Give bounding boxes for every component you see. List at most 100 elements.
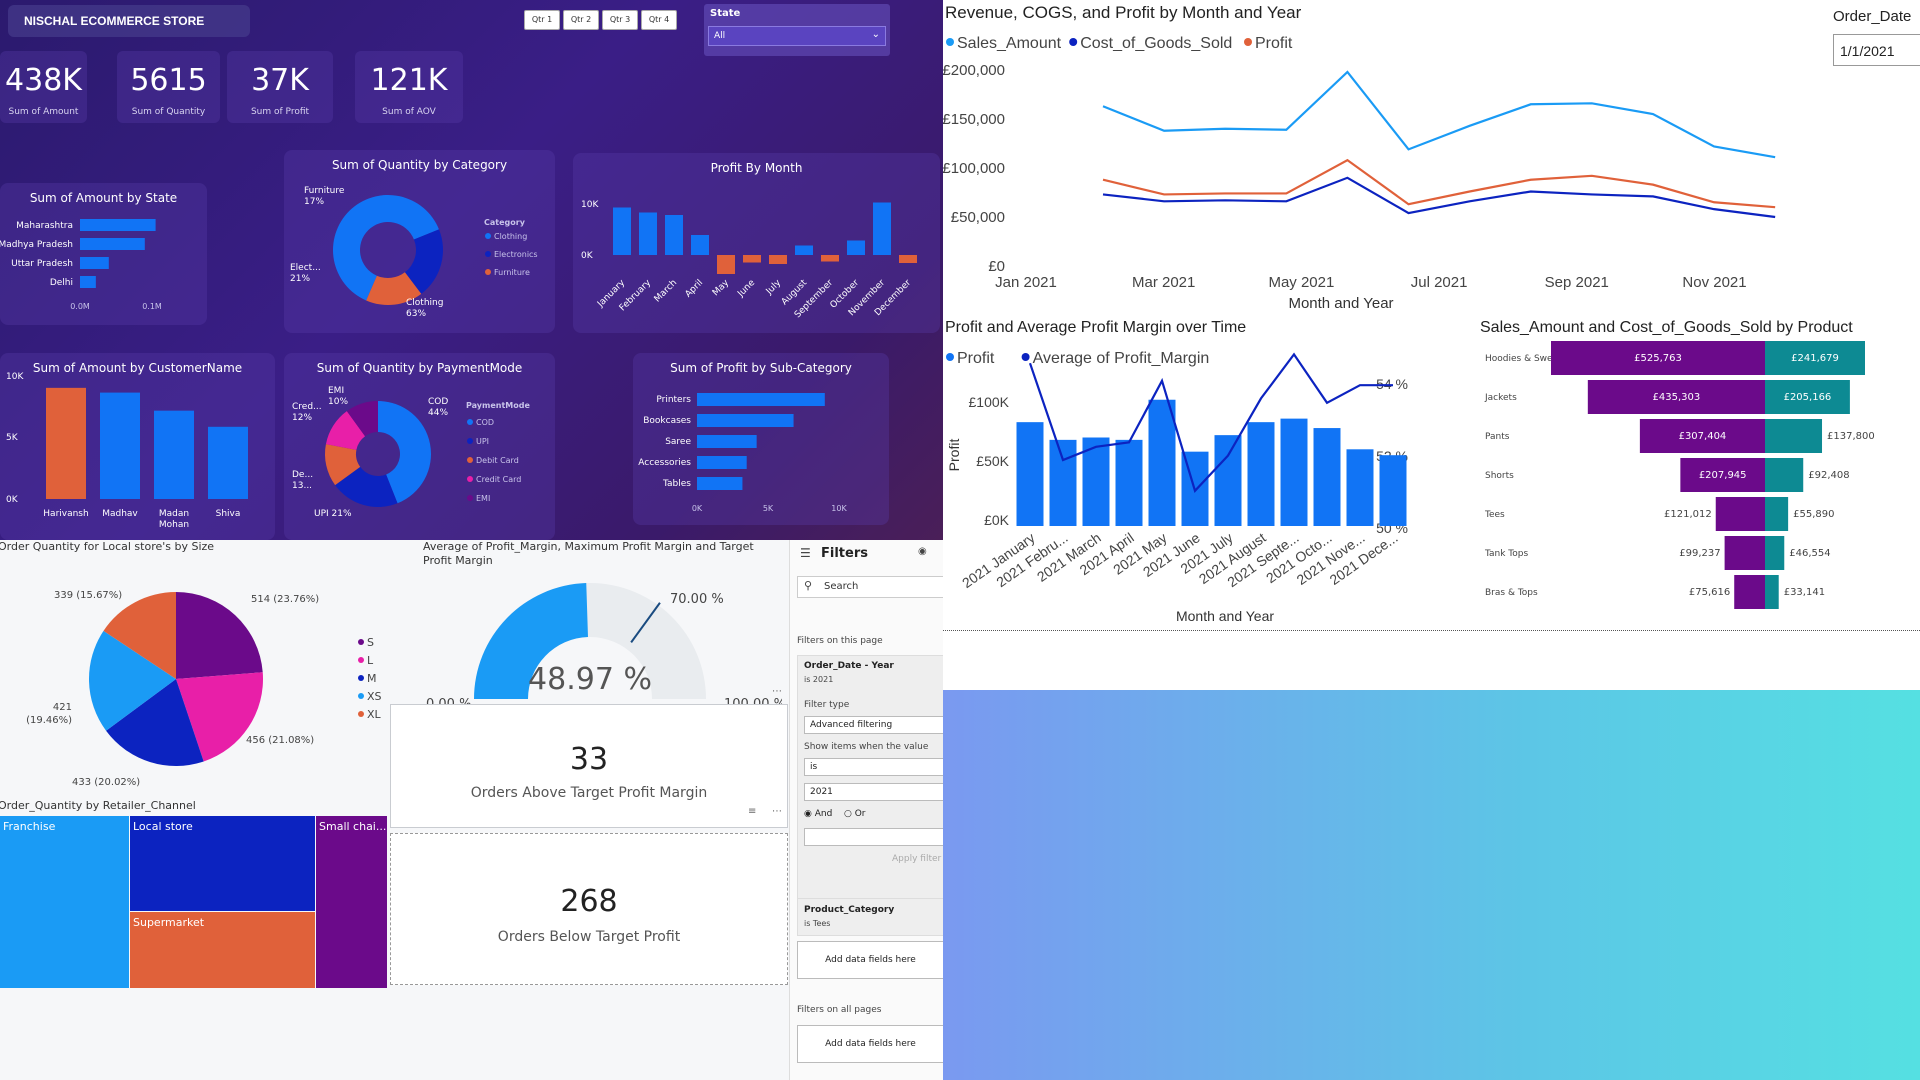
quantity-by-paymentmode-card[interactable]: Sum of Quantity by PaymentMode COD 44% UPI… <box>284 353 555 540</box>
x-tick: Jul 2021 <box>1411 274 1468 291</box>
show-items-label: Show items when the value <box>804 742 929 752</box>
operator-select[interactable]: is <box>804 758 943 776</box>
order-date-value: 1/1/2021 <box>1840 43 1895 59</box>
more-options-icon[interactable]: ⋯ <box>772 806 782 817</box>
treemap-tile[interactable]: Supermarket <box>130 912 315 988</box>
sales-cogs-by-product-chart[interactable]: Sales_Amount and Cost_of_Goods_Sold by P… <box>1478 315 1920 630</box>
filter-card-product-category[interactable]: Product_Category is Tees <box>797 898 943 936</box>
legend-dot <box>946 38 954 46</box>
apply-filter-link[interactable]: Apply filter <box>892 854 941 864</box>
profit-by-month-card[interactable]: Profit By Month 10K 0K January February Marc… <box>573 153 940 333</box>
slice-label: 339 (15.67%) <box>54 590 122 601</box>
treemap-tile[interactable]: Small chai... <box>316 816 387 988</box>
filter-card-title[interactable]: Order_Date - Year <box>804 661 894 671</box>
customer-label: Harivansh <box>43 509 88 519</box>
quarter-button[interactable]: Qtr 3 <box>602 10 638 30</box>
retailer-channel-treemap[interactable]: Franchise Local store Supermarket Small cha… <box>0 816 387 988</box>
sales-label: £435,303 <box>1653 392 1701 403</box>
month-bar <box>743 255 761 263</box>
more-options-icon[interactable]: ⋯ <box>772 686 782 697</box>
or-label: Or <box>854 809 866 819</box>
profit-bar <box>1379 455 1407 526</box>
legend-dot <box>358 639 364 645</box>
legend-dot <box>946 353 954 361</box>
profit-bar <box>1214 435 1242 526</box>
filter-icon: ☰ <box>800 546 811 560</box>
customer-label: Madan <box>159 509 189 519</box>
kpi-label: Sum of Profit <box>250 107 310 117</box>
kpi-card[interactable]: 438K Sum of Amount <box>0 51 87 123</box>
profit-bar <box>1280 418 1308 526</box>
state-bar <box>80 276 96 288</box>
legend-label: XL <box>367 708 382 721</box>
second-condition-select[interactable] <box>804 828 943 846</box>
profit-by-subcategory-card[interactable]: Sum of Profit by Sub-Category Printers Bo… <box>633 353 889 525</box>
amount-by-state-card[interactable]: Sum of Amount by State Maharashtra Madhya… <box>0 183 207 325</box>
quarter-button[interactable]: Qtr 4 <box>641 10 677 30</box>
order-quantity-by-size-chart[interactable]: 514 (23.76%) 456 (21.08%) 433 (20.02%) 421 (… <box>0 550 400 815</box>
customer-bar <box>208 426 248 499</box>
x-tick: 0.1M <box>142 302 162 311</box>
quarter-button[interactable]: Qtr 1 <box>524 10 560 30</box>
kpi-value: 37K <box>251 63 309 98</box>
filter-icon[interactable]: ≡ <box>748 806 756 817</box>
quantity-by-category-card[interactable]: Sum of Quantity by Category Clothing 63% E… <box>284 150 555 333</box>
sales-label: £99,237 <box>1679 548 1720 559</box>
month-bar <box>691 235 709 255</box>
legend-label: Furniture <box>494 268 530 277</box>
product-label: Jackets <box>1484 393 1517 403</box>
slice-label: 63% <box>406 309 426 319</box>
profit-margin-gauge[interactable]: 48.97 %0.00 %100.00 %70.00 % <box>412 570 782 720</box>
treemap-tile[interactable]: Local store <box>130 816 315 911</box>
legend-label: XS <box>367 690 382 703</box>
gauge-value: 48.97 % <box>528 662 652 697</box>
kpi-card[interactable]: 5615 Sum of Quantity <box>117 51 220 123</box>
slice-label: 12% <box>292 413 312 423</box>
month-bar <box>613 207 631 255</box>
customer-label: Madhav <box>102 509 138 519</box>
slice-label: 10% <box>328 397 348 407</box>
quantity-by-paymentmode-chart: COD44%UPI 21%De...13...Cred...12%EMI10% P… <box>292 386 530 519</box>
x-tick: Mar 2021 <box>1132 274 1195 291</box>
amount-by-customer-card[interactable]: Sum of Amount by CustomerName 10K 5K 0K Har… <box>0 353 275 540</box>
filters-search-box[interactable]: ⚲ Search <box>797 576 943 598</box>
filter-card-sub: is Tees <box>804 919 831 928</box>
slice-label: Cred... <box>292 402 322 412</box>
add-fields-label: Add data fields here <box>825 1039 916 1049</box>
product-label: Tees <box>1484 510 1505 520</box>
eye-icon[interactable]: ◉ <box>918 546 927 557</box>
kpi-card[interactable]: 121K Sum of AOV <box>355 51 463 123</box>
slice-label: 421 <box>53 702 72 713</box>
add-data-fields-page[interactable]: Add data fields here <box>797 941 943 979</box>
legend-label: Electronics <box>494 250 538 259</box>
quarter-button[interactable]: Qtr 2 <box>563 10 599 30</box>
cogs-label: £92,408 <box>1808 470 1849 481</box>
kpi-card-below[interactable]: 268 Orders Below Target Profit <box>390 833 788 985</box>
legend-dot <box>358 675 364 681</box>
legend-dot <box>358 693 364 699</box>
filter-type-select[interactable]: Advanced filtering <box>804 716 943 734</box>
card-value: 33 <box>569 742 609 777</box>
x-axis-label: Month and Year <box>1176 608 1274 624</box>
order-date-input[interactable]: 1/1/2021 <box>1833 34 1920 66</box>
kpi-card-above[interactable]: 33 Orders Above Target Profit Margin <box>390 704 788 828</box>
profit-margin-over-time-chart[interactable]: Profit and Average Profit Margin over Ti… <box>943 315 1478 630</box>
month-bar <box>899 255 917 263</box>
and-radio[interactable]: ◉ And <box>804 809 832 819</box>
kpi-label: Sum of Quantity <box>131 107 206 117</box>
treemap-tile[interactable]: Franchise <box>0 816 129 988</box>
value-input[interactable]: 2021 <box>804 783 943 801</box>
add-data-fields-all[interactable]: Add data fields here <box>797 1025 943 1063</box>
state-dropdown[interactable]: All ⌄ <box>708 26 886 46</box>
revenue-cogs-profit-chart[interactable]: Revenue, COGS, and Profit by Month and Y… <box>943 0 1823 318</box>
profit-bar <box>1346 449 1374 526</box>
slice-label: Clothing <box>406 298 443 308</box>
kpi-card[interactable]: 37K Sum of Profit <box>227 51 333 123</box>
legend-title: PaymentMode <box>466 401 530 410</box>
sales-label: £75,616 <box>1689 587 1730 598</box>
legend-dot <box>467 419 473 425</box>
or-radio[interactable]: ○ Or <box>844 809 866 819</box>
profit-by-subcategory-chart: Printers Bookcases Saree Accessories Tables 0… <box>638 393 847 513</box>
customer-bar <box>154 410 194 499</box>
filter-card-sub: is 2021 <box>804 675 834 684</box>
